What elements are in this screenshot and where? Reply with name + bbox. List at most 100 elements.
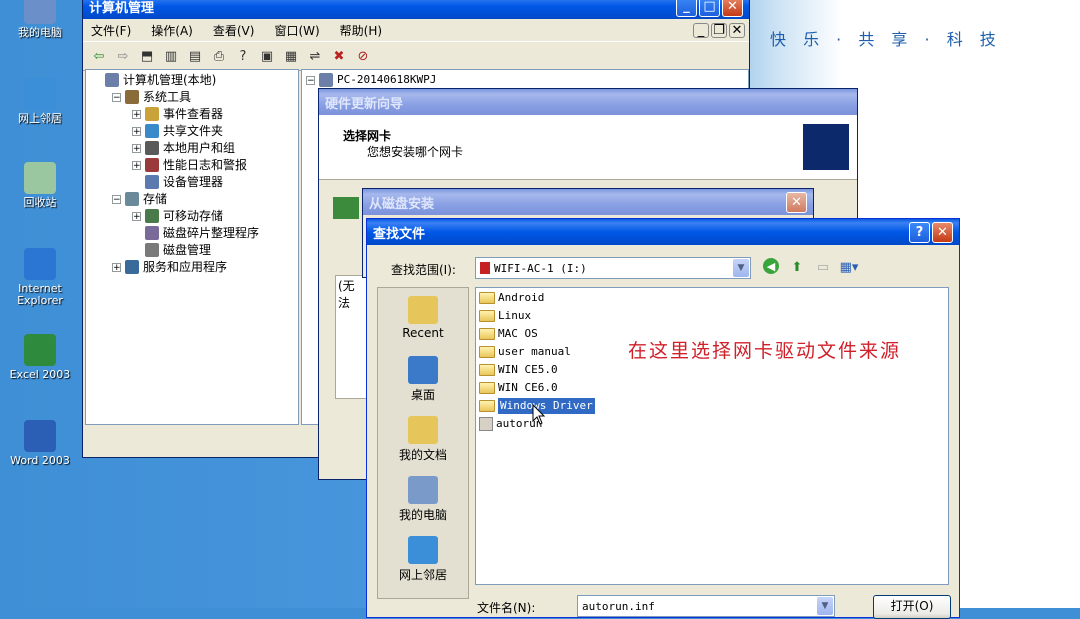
wizard-subheading: 您想安装哪个网卡 [367, 145, 464, 159]
collapse-toggle[interactable]: − [112, 194, 121, 204]
tree-item-icon [145, 209, 159, 223]
brand-logo [800, 0, 1020, 10]
tree-item-icon [145, 226, 159, 240]
desktop-icon[interactable]: 回收站 [0, 162, 80, 209]
tree-item[interactable]: + 服务和应用程序 [112, 259, 227, 275]
install-from-disk-titlebar[interactable]: 从磁盘安装 ✕ [363, 189, 813, 215]
close-button[interactable]: ✕ [932, 221, 953, 243]
tree-item-label: 计算机管理(本地) [123, 73, 217, 87]
expand-toggle[interactable]: + [132, 160, 141, 170]
filename-input[interactable]: autorun.inf ▼ [577, 595, 835, 617]
folder-item[interactable]: Linux [479, 308, 531, 324]
mouse-cursor-icon [532, 404, 546, 425]
menu-action[interactable]: 操作(A) [151, 22, 193, 39]
tree-item[interactable]: − 存储 [112, 191, 167, 207]
tree-item-label: 本地用户和组 [163, 141, 236, 155]
places-item[interactable]: Recent [378, 296, 468, 340]
new-folder-icon[interactable]: ▭ [813, 257, 833, 277]
mdi-restore-button[interactable]: ❐ [711, 22, 727, 38]
folder-item[interactable]: MAC OS [479, 326, 538, 342]
device-tree-root[interactable]: − PC-20140618KWPJ [306, 72, 436, 88]
expand-toggle[interactable]: + [112, 262, 121, 272]
wizard-titlebar[interactable]: 硬件更新向导 [319, 89, 857, 115]
scan-hardware-icon[interactable]: ▦ [281, 46, 301, 66]
expand-toggle[interactable]: + [132, 109, 141, 119]
console-icon[interactable]: ▣ [257, 46, 277, 66]
tree-item[interactable]: + 本地用户和组 [132, 140, 235, 156]
desktop-icon[interactable]: 我的电脑 [0, 0, 80, 39]
chevron-down-icon[interactable]: ▼ [733, 259, 749, 277]
mdi-minimize-button[interactable]: _ [693, 22, 709, 38]
file-name: WIN CE6.0 [498, 381, 558, 394]
chevron-down-icon[interactable]: ▼ [817, 597, 833, 615]
desktop-icon[interactable]: 网上邻居 [0, 78, 80, 125]
places-item[interactable]: 我的电脑 [378, 476, 468, 523]
forward-arrow-icon[interactable]: ⇨ [113, 46, 133, 66]
network-icon [24, 78, 56, 110]
update-driver-icon[interactable]: ⇌ [305, 46, 325, 66]
close-button[interactable]: ✕ [722, 0, 743, 17]
back-icon[interactable]: ◀ [763, 258, 779, 274]
tree-item[interactable]: + 事件查看器 [132, 106, 223, 122]
folder-item[interactable]: WIN CE6.0 [479, 380, 558, 396]
help-icon[interactable]: ? [233, 46, 253, 66]
wizard-header: 选择网卡 您想安装哪个网卡 [319, 115, 857, 180]
find-file-titlebar[interactable]: 查找文件 ? ✕ [367, 219, 959, 245]
tree-item-label: 共享文件夹 [163, 124, 224, 138]
collapse-toggle[interactable]: − [306, 75, 315, 85]
look-in-dropdown[interactable]: WIFI-AC-1 (I:) ▼ [475, 257, 751, 279]
computer-management-titlebar[interactable]: 计算机管理 _ □ ✕ [83, 0, 749, 19]
desktop-icon[interactable]: Internet Explorer [0, 248, 80, 307]
disable-device-icon[interactable]: ⊘ [353, 46, 373, 66]
up-one-level-icon[interactable]: ⬆ [787, 257, 807, 277]
collapse-toggle[interactable]: − [112, 92, 121, 102]
places-item[interactable]: 我的文档 [378, 416, 468, 463]
folder-item[interactable]: user manual [479, 344, 571, 360]
tree-item-icon [125, 260, 139, 274]
tree-item[interactable]: 磁盘碎片整理程序 [132, 225, 259, 241]
console-tree: 计算机管理(本地) − 系统工具 + 事件查看器 + 共享文件夹 + 本地用户和组 + 性能日志和警… [85, 69, 299, 425]
folder-icon [479, 364, 495, 376]
maximize-button[interactable]: □ [699, 0, 720, 17]
expand-toggle[interactable]: + [132, 211, 141, 221]
places-item[interactable]: 桌面 [378, 356, 468, 403]
help-button[interactable]: ? [909, 221, 930, 243]
show-tree-icon[interactable]: ▥ [161, 46, 181, 66]
drive-icon [480, 262, 490, 274]
places-item[interactable]: 网上邻居 [378, 536, 468, 583]
folder-item[interactable]: WIN CE5.0 [479, 362, 558, 378]
menu-window[interactable]: 窗口(W) [274, 22, 319, 39]
find-file-title: 查找文件 [373, 226, 426, 242]
menu-help[interactable]: 帮助(H) [340, 22, 382, 39]
tree-item[interactable]: 计算机管理(本地) [92, 72, 216, 88]
view-menu-icon[interactable]: ▦▾ [839, 257, 859, 277]
tree-item[interactable]: + 可移动存储 [132, 208, 223, 224]
wizard-title: 硬件更新向导 [325, 96, 404, 112]
up-folder-icon[interactable]: ⬒ [137, 46, 157, 66]
tree-item[interactable]: + 共享文件夹 [132, 123, 223, 139]
close-button[interactable]: ✕ [786, 191, 807, 213]
tree-item[interactable]: + 性能日志和警报 [132, 157, 247, 173]
expand-toggle[interactable]: + [132, 143, 141, 153]
menu-view[interactable]: 查看(V) [213, 22, 255, 39]
desktop-icon[interactable]: Word 2003 [0, 420, 80, 467]
mdi-close-button[interactable]: ✕ [729, 22, 745, 38]
file-name: MAC OS [498, 327, 538, 340]
expand-toggle[interactable]: + [132, 126, 141, 136]
print-icon[interactable]: ⎙ [209, 46, 229, 66]
desktop-icon[interactable]: Excel 2003 [0, 334, 80, 381]
tree-item[interactable]: 设备管理器 [132, 174, 223, 190]
uninstall-icon[interactable]: ✖ [329, 46, 349, 66]
places-item-label: Recent [402, 326, 444, 340]
desktop-icon-label: 网上邻居 [18, 112, 62, 125]
back-arrow-icon[interactable]: ⇦ [89, 46, 109, 66]
open-button[interactable]: 打开(O) [873, 595, 951, 619]
excel-icon [24, 334, 56, 366]
desktop-icon-label: Word 2003 [10, 454, 70, 467]
minimize-button[interactable]: _ [676, 0, 697, 17]
properties-icon[interactable]: ▤ [185, 46, 205, 66]
folder-item[interactable]: Android [479, 290, 544, 306]
tree-item[interactable]: − 系统工具 [112, 89, 191, 105]
menu-file[interactable]: 文件(F) [91, 22, 131, 39]
tree-item[interactable]: 磁盘管理 [132, 242, 211, 258]
